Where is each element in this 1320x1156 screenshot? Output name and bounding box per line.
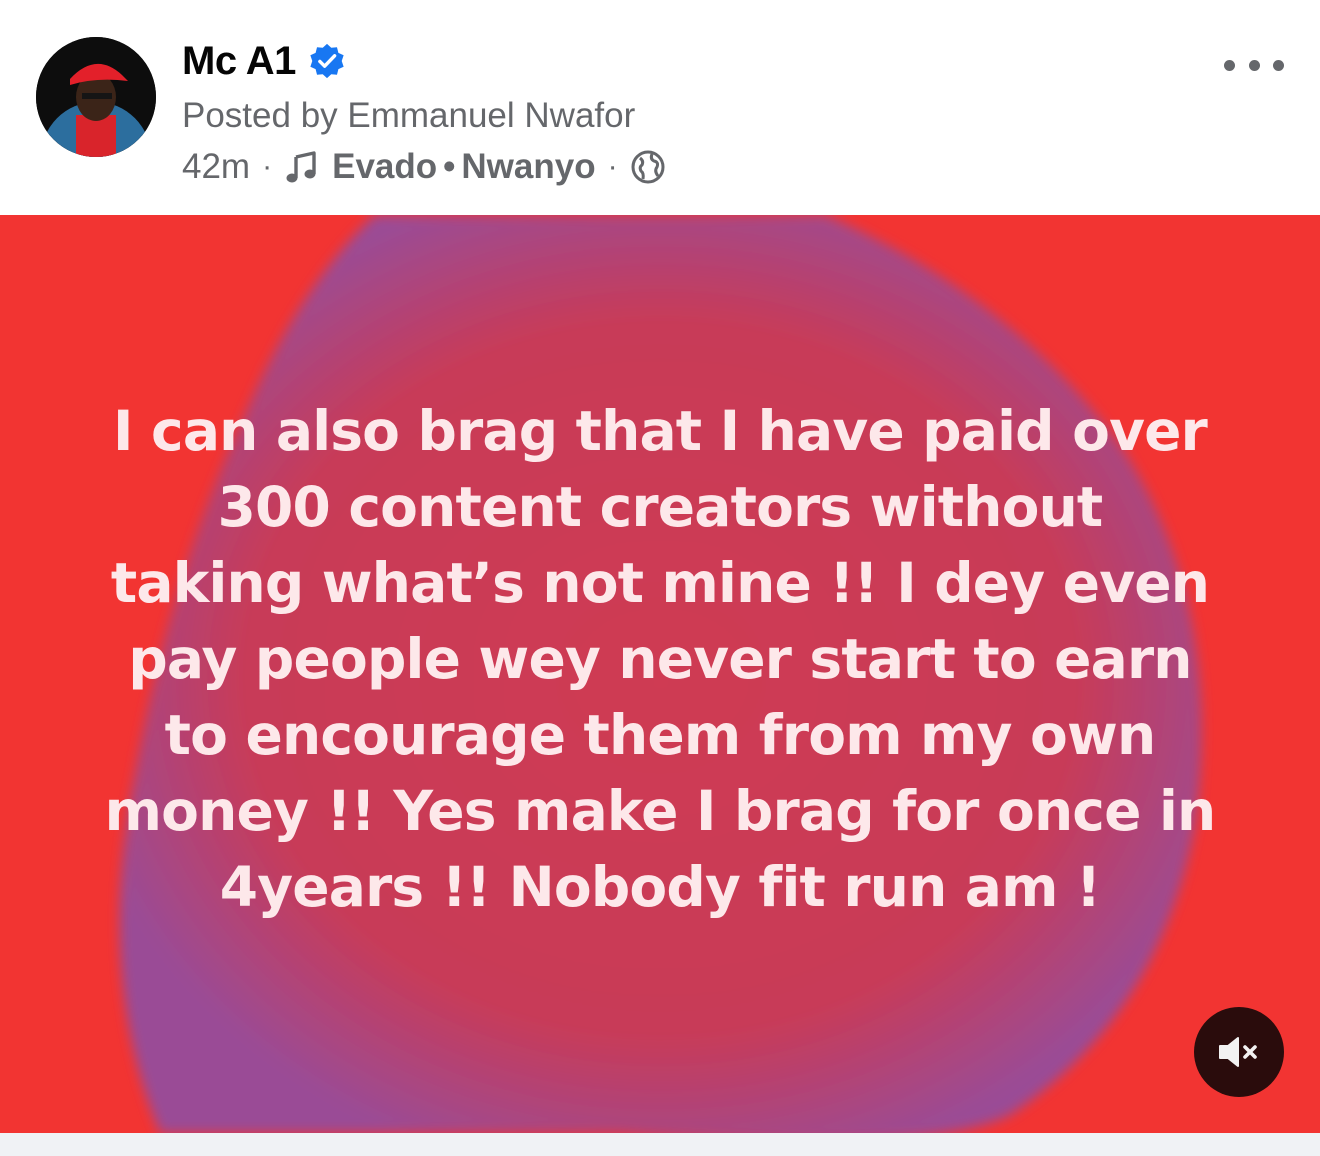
post-meta: 42m · Evado • Nwanyo ·	[182, 144, 666, 190]
mute-button[interactable]	[1194, 1007, 1284, 1097]
song-separator: •	[443, 147, 456, 186]
more-options-icon[interactable]	[1224, 50, 1284, 80]
song-artist[interactable]: Evado	[332, 147, 437, 187]
song-title[interactable]: Nwanyo	[461, 147, 595, 187]
more-dot	[1224, 59, 1235, 71]
speaker-muted-icon	[1219, 1037, 1257, 1067]
post-header: Mc A1 Posted by Emmanuel Nwafor 42m · Ev…	[0, 0, 1320, 215]
post-footer-divider	[0, 1133, 1320, 1156]
post-time[interactable]: 42m	[182, 147, 250, 187]
author-avatar[interactable]	[36, 37, 156, 157]
more-dot	[1248, 59, 1260, 71]
meta-separator: ·	[262, 150, 273, 183]
author-row: Mc A1	[182, 36, 346, 86]
music-note-icon	[284, 149, 320, 185]
post-body-text: I can also brag that I have paid over 30…	[104, 399, 1217, 919]
text-post-canvas[interactable]: I can also brag that I have paid over 30…	[0, 215, 1320, 1133]
verified-badge-icon	[308, 42, 346, 80]
meta-separator: ·	[607, 150, 618, 183]
globe-icon[interactable]	[630, 149, 666, 185]
more-dot	[1273, 59, 1284, 71]
author-name[interactable]: Mc A1	[182, 39, 296, 84]
posted-by-label[interactable]: Posted by Emmanuel Nwafor	[182, 96, 635, 136]
